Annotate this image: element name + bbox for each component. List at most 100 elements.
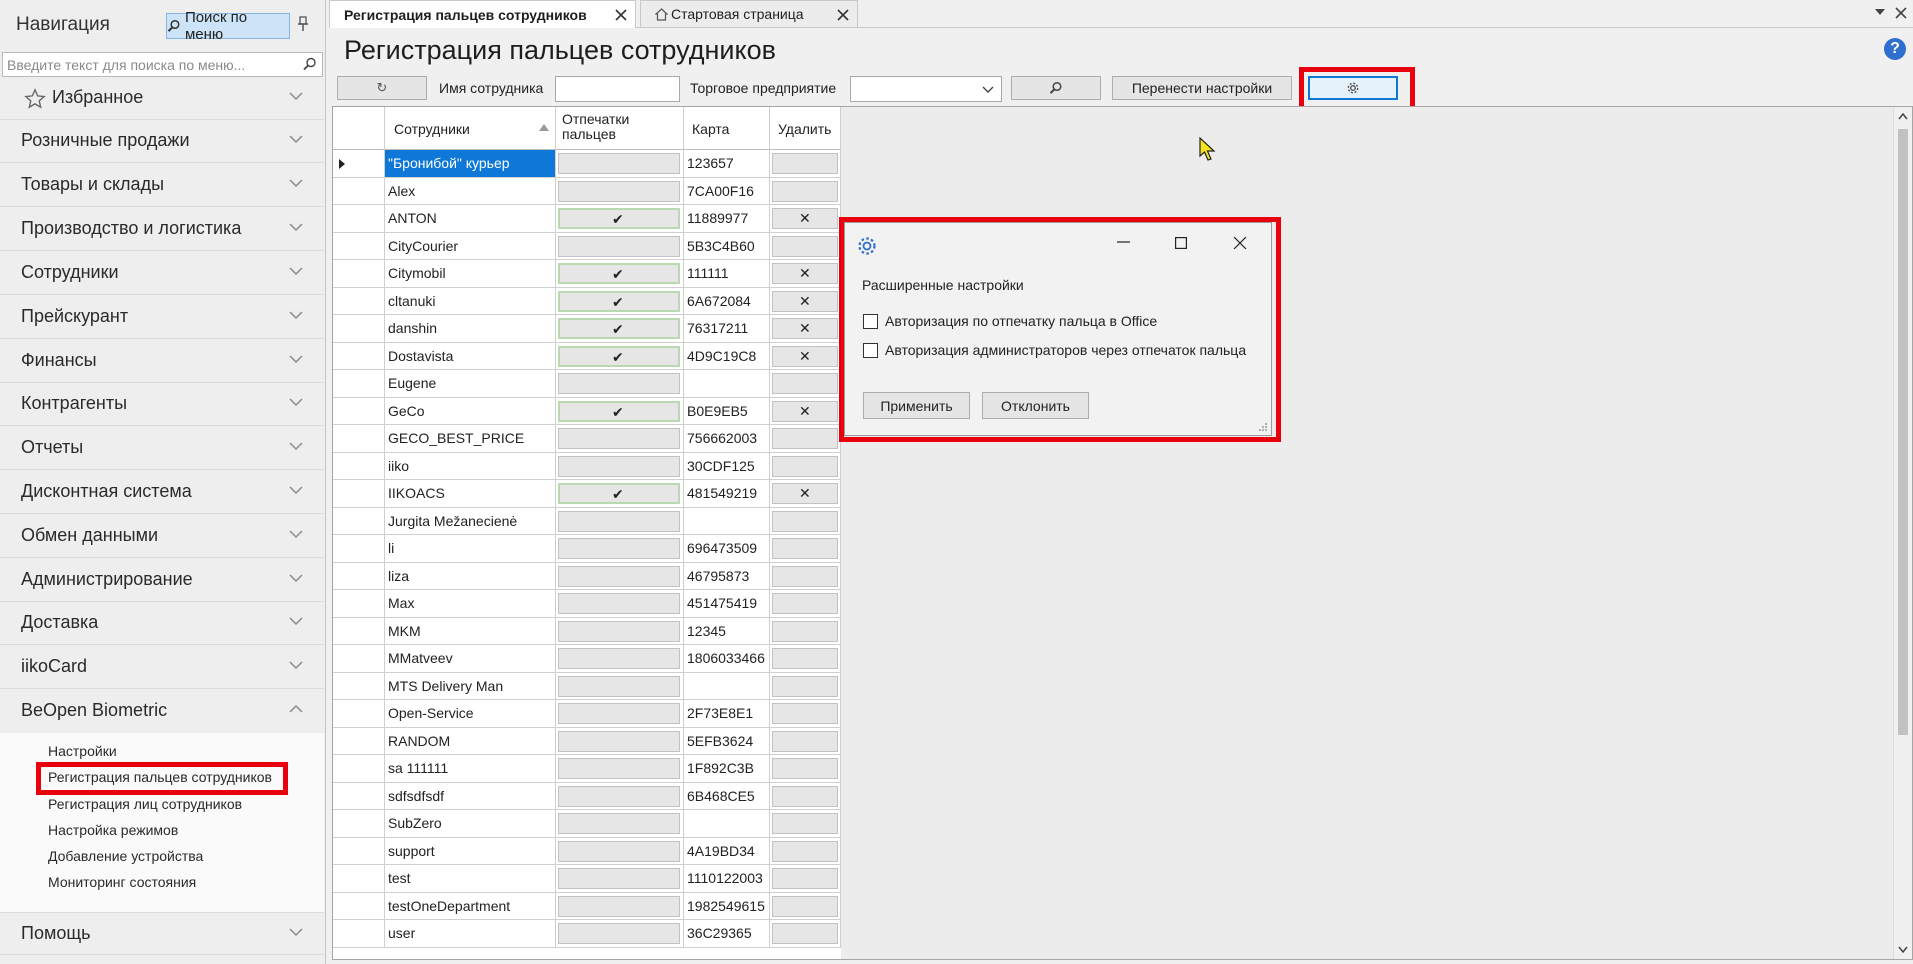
nav-search-magnifier-icon[interactable]: [300, 54, 320, 74]
delete-button[interactable]: ✕: [772, 290, 838, 312]
row-indicator[interactable]: [333, 205, 385, 233]
table-row[interactable]: sdfsdfsdf 6B468CE5: [333, 782, 841, 810]
fingerprint-button[interactable]: [558, 675, 680, 697]
table-row[interactable]: Open-Service 2F73E8E1: [333, 700, 841, 728]
employee-name-cell[interactable]: Citymobil: [385, 260, 556, 288]
card-cell[interactable]: 6A672084: [684, 287, 770, 315]
fingerprint-button[interactable]: ✔: [558, 290, 680, 312]
employee-name-cell[interactable]: danshin: [385, 315, 556, 343]
delete-cell[interactable]: ✕: [770, 315, 841, 343]
card-cell[interactable]: B0E9EB5: [684, 397, 770, 425]
close-icon[interactable]: [615, 9, 627, 21]
delete-button[interactable]: [772, 620, 838, 642]
row-indicator[interactable]: [333, 617, 385, 645]
delete-cell[interactable]: ✕: [770, 480, 841, 508]
table-row[interactable]: MKM 12345: [333, 617, 841, 645]
fingerprints-cell[interactable]: [556, 727, 684, 755]
employee-name-cell[interactable]: CityCourier: [385, 232, 556, 260]
employee-name-cell[interactable]: "Бронибой" курьер: [385, 150, 556, 178]
fingerprint-button[interactable]: ✔: [558, 208, 680, 229]
card-cell[interactable]: 6B468CE5: [684, 782, 770, 810]
card-cell[interactable]: [684, 672, 770, 700]
card-cell[interactable]: 1982549615: [684, 892, 770, 920]
fingerprints-cell[interactable]: [556, 865, 684, 893]
fingerprints-cell[interactable]: [556, 535, 684, 563]
card-cell[interactable]: 4D9C19C8: [684, 342, 770, 370]
delete-cell[interactable]: [770, 617, 841, 645]
apply-button[interactable]: Применить: [863, 392, 970, 419]
delete-cell[interactable]: [770, 370, 841, 398]
fingerprints-cell[interactable]: [556, 562, 684, 590]
fingerprints-cell[interactable]: ✔: [556, 260, 684, 288]
delete-button[interactable]: [772, 373, 838, 394]
fingerprint-button[interactable]: [558, 730, 680, 752]
row-indicator[interactable]: [333, 700, 385, 728]
fingerprints-cell[interactable]: [556, 232, 684, 260]
delete-cell[interactable]: [770, 590, 841, 618]
table-row[interactable]: Max 451475419: [333, 590, 841, 618]
nav-item-iikocard[interactable]: iikoCard: [0, 646, 324, 689]
row-indicator[interactable]: [333, 480, 385, 508]
fingerprints-cell[interactable]: [556, 590, 684, 618]
employee-name-cell[interactable]: MKM: [385, 617, 556, 645]
nav-item-production[interactable]: Производство и логистика: [0, 208, 324, 251]
employee-name-cell[interactable]: Dostavista: [385, 342, 556, 370]
delete-button[interactable]: [772, 813, 838, 834]
delete-button[interactable]: [772, 565, 838, 587]
card-cell[interactable]: 30CDF125: [684, 452, 770, 480]
delete-cell[interactable]: [770, 425, 841, 453]
row-indicator[interactable]: [333, 315, 385, 343]
table-row[interactable]: IIKOACS ✔ 481549219 ✕: [333, 480, 841, 508]
column-header-fingerprints[interactable]: Отпечатки пальцев: [556, 107, 684, 150]
sub-item-add-device[interactable]: Добавление устройства: [48, 848, 203, 864]
delete-cell[interactable]: [770, 782, 841, 810]
fingerprint-button[interactable]: [558, 758, 680, 779]
fingerprint-button[interactable]: [558, 895, 680, 917]
fingerprints-cell[interactable]: [556, 892, 684, 920]
delete-button[interactable]: [772, 455, 838, 477]
delete-button[interactable]: [772, 675, 838, 697]
delete-button[interactable]: [772, 153, 838, 174]
scroll-down-icon[interactable]: [1898, 946, 1908, 953]
fingerprint-button[interactable]: [558, 813, 680, 834]
fingerprints-cell[interactable]: [556, 837, 684, 865]
row-indicator[interactable]: [333, 645, 385, 673]
table-row[interactable]: RANDOM 5EFB3624: [333, 727, 841, 755]
delete-button[interactable]: ✕: [772, 345, 838, 367]
table-row[interactable]: ANTON ✔ 11889977 ✕: [333, 205, 841, 233]
delete-button[interactable]: [772, 428, 838, 449]
employee-name-cell[interactable]: ANTON: [385, 205, 556, 233]
delete-button[interactable]: ✕: [772, 483, 838, 504]
fingerprints-cell[interactable]: [556, 755, 684, 783]
fingerprint-button[interactable]: ✔: [558, 318, 680, 339]
fingerprint-button[interactable]: [558, 593, 680, 614]
delete-cell[interactable]: ✕: [770, 397, 841, 425]
close-icon[interactable]: [837, 9, 849, 21]
card-cell[interactable]: [684, 507, 770, 535]
help-icon[interactable]: ?: [1884, 38, 1906, 60]
fingerprint-button[interactable]: [558, 235, 680, 257]
fingerprint-button[interactable]: [558, 840, 680, 862]
card-cell[interactable]: 2F73E8E1: [684, 700, 770, 728]
table-row[interactable]: danshin ✔ 76317211 ✕: [333, 315, 841, 343]
table-row[interactable]: MTS Delivery Man: [333, 672, 841, 700]
employee-name-input[interactable]: [555, 76, 680, 102]
sub-item-modes[interactable]: Настройка режимов: [48, 822, 178, 838]
delete-button[interactable]: [772, 538, 838, 559]
delete-cell[interactable]: [770, 562, 841, 590]
fingerprint-button[interactable]: ✔: [558, 345, 680, 367]
table-row[interactable]: user 36C29365: [333, 920, 841, 948]
table-row[interactable]: Citymobil ✔ 111111 ✕: [333, 260, 841, 288]
nav-item-beopen-biometric[interactable]: BeOpen Biometric: [0, 690, 324, 733]
delete-cell[interactable]: [770, 755, 841, 783]
employee-name-cell[interactable]: SubZero: [385, 810, 556, 838]
tab-list-dropdown-icon[interactable]: [1875, 9, 1885, 16]
menu-search-button[interactable]: Поиск по меню: [166, 9, 290, 43]
card-cell[interactable]: 11889977: [684, 205, 770, 233]
delete-cell[interactable]: [770, 837, 841, 865]
card-cell[interactable]: 123657: [684, 150, 770, 178]
delete-cell[interactable]: [770, 452, 841, 480]
table-row[interactable]: GeCo ✔ B0E9EB5 ✕: [333, 397, 841, 425]
table-row[interactable]: liza 46795873: [333, 562, 841, 590]
row-indicator[interactable]: [333, 150, 385, 178]
